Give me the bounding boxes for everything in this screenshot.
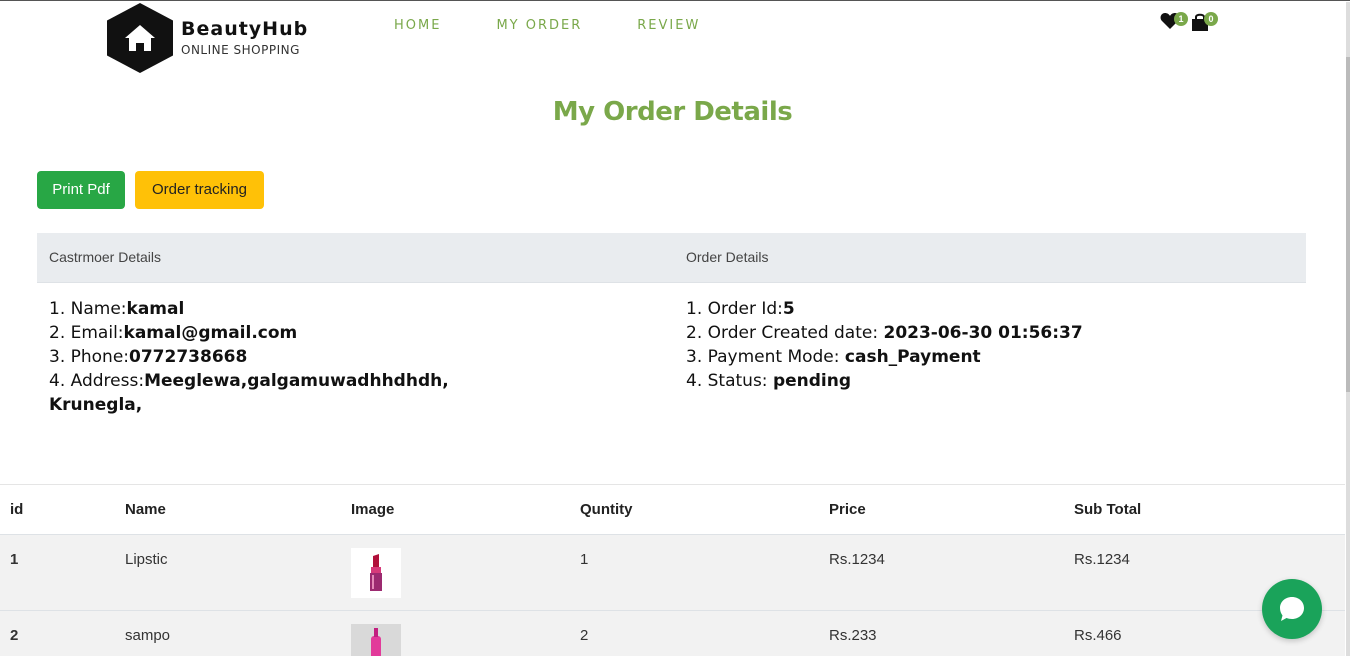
customer-email: kamal@gmail.com: [123, 323, 298, 343]
order-status: pending: [772, 371, 852, 391]
order-payment-line: 3. Payment Mode: cash_Payment: [686, 347, 981, 367]
customer-phone: 0772738668: [129, 347, 248, 367]
brand-name: BeautyHub: [181, 18, 309, 40]
column-header-quantity: Quntity: [580, 501, 633, 518]
header-icons: 1 0: [1160, 12, 1218, 32]
row-name: Lipstic: [125, 551, 168, 568]
wishlist-button[interactable]: 1: [1160, 12, 1188, 32]
lipstick-image: [370, 554, 382, 591]
home-icon: [107, 3, 173, 73]
chat-widget-button[interactable]: [1262, 579, 1322, 639]
product-image: [351, 624, 401, 656]
scrollbar-thumb[interactable]: [1346, 57, 1350, 392]
nav-home[interactable]: HOME: [394, 18, 441, 33]
order-details: 1. Order Id:5 2. Order Created date: 202…: [686, 297, 1286, 393]
row-quantity: 2: [580, 627, 589, 644]
row-quantity: 1: [580, 551, 589, 568]
column-header-name: Name: [125, 501, 166, 518]
row-name: sampo: [125, 627, 171, 644]
brand-logo[interactable]: BeautyHub ONLINE SHOPPING: [107, 3, 308, 73]
row-id: 2: [10, 627, 19, 644]
wishlist-count-badge: 1: [1174, 12, 1188, 26]
cart-count-badge: 0: [1204, 12, 1218, 26]
cart-button[interactable]: 0: [1190, 12, 1218, 32]
column-header-id: id: [10, 501, 24, 518]
customer-address-line1: Meeglewa,galgamuwadhhdhdh,: [144, 371, 449, 391]
table-header-row: id Name Image Quntity Price Sub Total: [0, 485, 1345, 535]
column-header-image: Image: [351, 501, 395, 518]
customer-name: kamal: [126, 299, 185, 319]
nav-my-order[interactable]: MY ORDER: [496, 18, 582, 33]
payment-mode: cash_Payment: [844, 347, 981, 367]
page-scrollbar[interactable]: [1346, 2, 1350, 656]
order-created-date: 2023-06-30 01:56:37: [883, 323, 1083, 343]
order-status-line: 4. Status: pending: [686, 371, 852, 391]
customer-details-heading: Castrmoer Details: [49, 249, 162, 265]
customer-email-line: 2. Email:kamal@gmail.com: [49, 323, 298, 343]
table-row: 2 sampo 2 Rs.233 Rs.466: [0, 611, 1345, 656]
customer-address-line2: Krunegla,: [49, 395, 143, 415]
column-header-subtotal: Sub Total: [1074, 501, 1142, 518]
shampoo-image: [351, 624, 401, 656]
row-price: Rs.233: [829, 627, 877, 644]
customer-name-line: 1. Name:kamal: [49, 299, 185, 319]
order-items-table: id Name Image Quntity Price Sub Total 1 …: [0, 484, 1345, 656]
main-nav: HOME MY ORDER REVIEW: [394, 18, 755, 33]
brand-subtitle: ONLINE SHOPPING: [181, 43, 300, 57]
row-id: 1: [10, 551, 19, 568]
nav-review[interactable]: REVIEW: [637, 18, 700, 33]
customer-phone-line: 3. Phone:0772738668: [49, 347, 248, 367]
page-title: My Order Details: [552, 97, 793, 127]
order-id-line: 1. Order Id:5: [686, 299, 795, 319]
print-pdf-button[interactable]: Print Pdf: [37, 171, 125, 209]
details-header: Castrmoer Details Order Details: [37, 233, 1306, 283]
product-image: [351, 548, 401, 598]
chat-bubble-icon: [1280, 597, 1304, 621]
order-created-line: 2. Order Created date: 2023-06-30 01:56:…: [686, 323, 1083, 343]
row-subtotal: Rs.1234: [1074, 551, 1130, 568]
customer-details: 1. Name:kamal 2. Email:kamal@gmail.com 3…: [49, 297, 449, 417]
row-subtotal: Rs.466: [1074, 627, 1122, 644]
customer-address-line: 4. Address:Meeglewa,galgamuwadhhdhdh, Kru…: [49, 371, 449, 415]
order-id: 5: [782, 299, 795, 319]
column-header-price: Price: [829, 501, 866, 518]
order-tracking-button[interactable]: Order tracking: [135, 171, 264, 209]
order-details-heading: Order Details: [686, 249, 769, 265]
table-row: 1 Lipstic 1 Rs.1234 Rs.1234: [0, 535, 1345, 611]
row-price: Rs.1234: [829, 551, 885, 568]
